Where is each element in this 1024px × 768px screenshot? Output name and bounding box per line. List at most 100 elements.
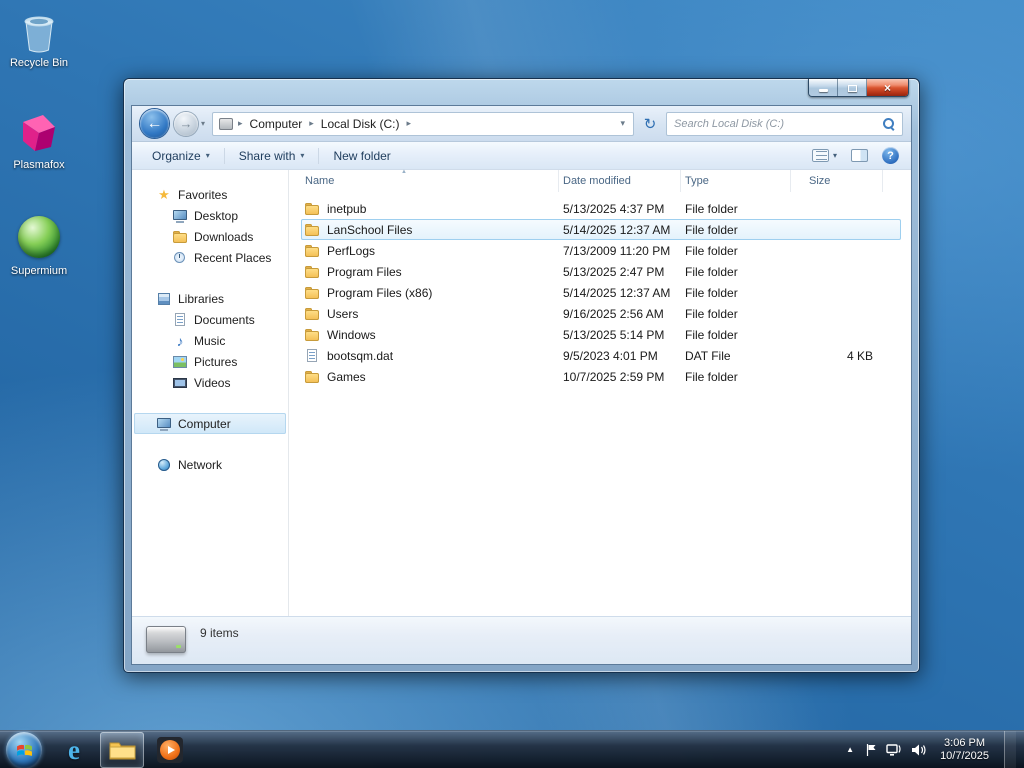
history-dropdown-button[interactable]: ▾ <box>201 119 205 128</box>
internet-explorer-icon: e <box>68 734 80 765</box>
file-name: bootsqm.dat <box>327 348 394 363</box>
change-view-button[interactable]: ▾ <box>811 149 837 162</box>
show-desktop-button[interactable] <box>1004 730 1016 768</box>
taskbar-media-player-button[interactable] <box>148 732 192 768</box>
file-row-users[interactable]: Users 9/16/2025 2:56 AM File folder <box>301 303 901 324</box>
folder-icon <box>304 285 320 301</box>
file-name: PerfLogs <box>327 243 376 258</box>
sidebar-group-favorites[interactable]: ★ Favorites <box>134 184 286 205</box>
sidebar-item-desktop[interactable]: Desktop <box>134 205 286 226</box>
windows-logo-icon <box>16 744 32 756</box>
column-header-type[interactable]: Type <box>681 170 791 192</box>
start-button[interactable] <box>6 731 42 768</box>
taskbar-explorer-button[interactable] <box>100 731 144 768</box>
taskbar: e ▲ 3:06 PM 10/7/2025 <box>0 730 1024 768</box>
close-button[interactable]: × <box>867 79 908 96</box>
system-tray: ▲ 3:06 PM 10/7/2025 <box>844 730 1024 768</box>
downloads-folder-icon <box>172 229 188 245</box>
file-row-bootsqm-dat[interactable]: bootsqm.dat 9/5/2023 4:01 PM DAT File 4 … <box>301 345 901 366</box>
plasmafox-icon <box>16 110 62 156</box>
file-type: DAT File <box>685 348 731 363</box>
file-date: 5/13/2025 4:37 PM <box>563 201 665 216</box>
column-header-name[interactable]: ▲ Name <box>301 169 559 192</box>
back-button[interactable]: ← <box>140 109 169 138</box>
folder-icon <box>304 201 320 217</box>
sidebar-group-libraries[interactable]: Libraries <box>134 288 286 309</box>
file-row-perflogs[interactable]: PerfLogs 7/13/2009 11:20 PM File folder <box>301 240 901 261</box>
taskbar-clock[interactable]: 3:06 PM 10/7/2025 <box>940 737 989 763</box>
details-pane: 9 items <box>132 616 911 664</box>
organize-button[interactable]: Organize ▾ <box>144 146 218 166</box>
hidden-icons-arrow[interactable]: ▲ <box>844 743 856 756</box>
search-icon[interactable] <box>882 117 895 130</box>
sidebar-item-label: Downloads <box>194 229 254 244</box>
share-with-button[interactable]: Share with ▾ <box>231 146 313 166</box>
content-area: ★ Favorites Desktop Downloads Recent Pla… <box>132 169 911 616</box>
forward-button[interactable]: → <box>174 111 198 136</box>
file-type: File folder <box>685 327 738 342</box>
file-name: Games <box>327 369 366 384</box>
desktop-icon-label: Supermium <box>10 265 68 277</box>
sidebar-item-label: Computer <box>178 416 231 431</box>
file-date: 7/13/2009 11:20 PM <box>563 243 671 258</box>
column-header-size[interactable]: Size <box>791 170 883 192</box>
file-rows: inetpub 5/13/2025 4:37 PM File folder La… <box>301 198 901 387</box>
help-button[interactable]: ? <box>882 147 899 164</box>
toolbar-divider <box>318 147 320 164</box>
address-dropdown-button[interactable]: ▾ <box>618 118 627 129</box>
command-toolbar: Organize ▾ Share with ▾ New folder ▾ ? <box>132 142 911 170</box>
organize-label: Organize <box>152 148 201 163</box>
refresh-button[interactable]: ↻ <box>639 112 661 136</box>
item-count: 9 items <box>200 626 239 640</box>
drive-icon <box>219 117 234 130</box>
sidebar-item-network[interactable]: Network <box>134 454 286 475</box>
sidebar-item-music[interactable]: ♪ Music <box>134 330 286 351</box>
media-player-icon <box>157 736 183 763</box>
sidebar-item-documents[interactable]: Documents <box>134 309 286 330</box>
sidebar-item-pictures[interactable]: Pictures <box>134 351 286 372</box>
breadcrumb-computer[interactable]: Computer <box>248 116 305 132</box>
sidebar-item-videos[interactable]: Videos <box>134 372 286 393</box>
maximize-button[interactable] <box>838 79 867 96</box>
minimize-button[interactable] <box>809 79 838 96</box>
action-center-icon[interactable] <box>865 743 877 757</box>
drive-icon <box>146 626 186 653</box>
sidebar-item-label: Recent Places <box>194 250 272 265</box>
new-folder-button[interactable]: New folder <box>325 146 398 166</box>
chevron-down-icon: ▾ <box>832 151 837 160</box>
clock-date: 10/7/2025 <box>940 749 989 762</box>
sidebar-item-downloads[interactable]: Downloads <box>134 226 286 247</box>
file-name: Program Files (x86) <box>327 285 433 300</box>
file-type: File folder <box>685 264 738 279</box>
preview-pane-button[interactable] <box>851 149 868 162</box>
file-type: File folder <box>685 306 738 321</box>
desktop-icon-supermium[interactable]: Supermium <box>0 214 78 277</box>
address-bar[interactable]: ▸ Computer ▸ Local Disk (C:) ▸ ▾ <box>212 111 634 136</box>
column-header-label: Date modified <box>563 175 631 187</box>
network-icon[interactable] <box>886 743 902 757</box>
folder-icon <box>304 222 320 238</box>
volume-icon[interactable] <box>911 743 927 757</box>
desktop-icon-recycle-bin[interactable]: Recycle Bin <box>0 8 78 69</box>
sidebar-item-computer[interactable]: Computer <box>134 413 286 434</box>
sidebar-item-label: Desktop <box>194 208 239 223</box>
chevron-down-icon: ▾ <box>300 151 305 160</box>
title-bar[interactable] <box>124 79 919 105</box>
file-row-program-files[interactable]: Program Files 5/13/2025 2:47 PM File fol… <box>301 261 901 282</box>
sidebar-item-recent-places[interactable]: Recent Places <box>134 247 286 268</box>
search-input[interactable] <box>674 117 882 130</box>
file-row-inetpub[interactable]: inetpub 5/13/2025 4:37 PM File folder <box>301 198 901 219</box>
file-row-windows[interactable]: Windows 5/13/2025 5:14 PM File folder <box>301 324 901 345</box>
navigation-pane: ★ Favorites Desktop Downloads Recent Pla… <box>132 170 289 616</box>
file-row-program-files-x86[interactable]: Program Files (x86) 5/14/2025 12:37 AM F… <box>301 282 901 303</box>
pictures-icon <box>172 354 188 370</box>
file-row-games[interactable]: Games 10/7/2025 2:59 PM File folder <box>301 366 901 387</box>
sidebar-group-label: Libraries <box>178 291 225 306</box>
file-row-lanschool-files[interactable]: LanSchool Files 5/14/2025 12:37 AM File … <box>301 219 901 240</box>
taskbar-browser-button[interactable]: e <box>52 732 96 768</box>
desktop-icon-plasmafox[interactable]: Plasmafox <box>0 110 78 171</box>
column-header-date-modified[interactable]: Date modified <box>559 170 681 192</box>
breadcrumb-local-disk-c[interactable]: Local Disk (C:) <box>319 116 402 132</box>
